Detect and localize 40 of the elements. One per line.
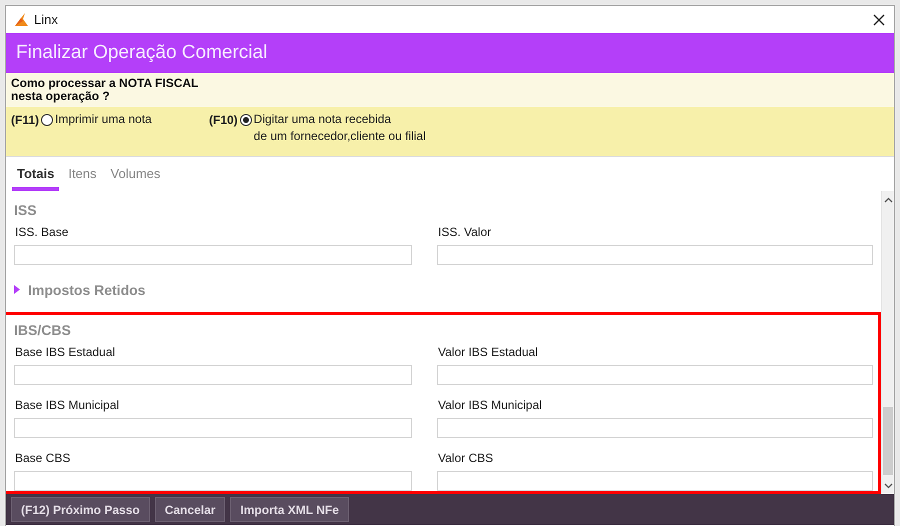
section-title: IBS/CBS — [14, 322, 71, 338]
input-field[interactable] — [14, 245, 412, 265]
field-label: ISS. Base — [14, 225, 70, 239]
scrollbar[interactable] — [881, 191, 894, 494]
field-label: ISS. Valor — [437, 225, 492, 239]
tab[interactable]: Totais — [12, 157, 60, 191]
field-label: Base IBS Estadual — [14, 345, 116, 359]
chevron-up-icon[interactable] — [884, 196, 892, 202]
field-label: Base IBS Municipal — [14, 398, 120, 412]
field-label: Valor IBS Estadual — [437, 345, 539, 359]
tab[interactable]: Itens — [63, 157, 102, 191]
section-title: ISS — [14, 202, 37, 218]
input-field[interactable] — [437, 471, 873, 491]
input-field[interactable] — [437, 245, 873, 265]
shortcut-label: (F11) — [11, 113, 40, 127]
field-label: Valor IBS Municipal — [437, 398, 543, 412]
dialog-title: Finalizar Operação Comercial — [16, 42, 268, 64]
app-logo-icon — [14, 13, 28, 26]
action-button[interactable]: Cancelar — [154, 497, 226, 522]
radio-button-selected[interactable] — [240, 114, 252, 126]
shortcut-label: (F10) — [209, 113, 238, 127]
option-label[interactable]: Digitar uma nota recebida de um fornecedor,cliente ou filial — [254, 111, 426, 145]
input-field[interactable] — [437, 365, 873, 385]
input-field[interactable] — [14, 365, 412, 385]
input-field[interactable] — [14, 418, 412, 438]
input-field[interactable] — [437, 418, 873, 438]
chevron-down-icon[interactable] — [884, 482, 892, 488]
input-field[interactable] — [14, 471, 412, 491]
action-button[interactable]: (F12) Próximo Passo — [11, 497, 150, 522]
scrollbar-thumb[interactable] — [883, 407, 893, 475]
window-title: Linx — [34, 12, 59, 27]
section-toggle[interactable]: Impostos Retidos — [28, 282, 146, 298]
field-label: Valor CBS — [437, 451, 494, 465]
question-text: Como processar a NOTA FISCAL nesta operação ? — [11, 77, 200, 103]
tab[interactable]: Volumes — [106, 157, 166, 191]
action-button[interactable]: Importa XML NFe — [230, 497, 349, 522]
radio-button[interactable] — [41, 114, 54, 126]
field-label: Base CBS — [14, 451, 72, 465]
option-label[interactable]: Imprimir uma nota — [55, 111, 152, 128]
caret-right-icon[interactable] — [14, 285, 20, 294]
